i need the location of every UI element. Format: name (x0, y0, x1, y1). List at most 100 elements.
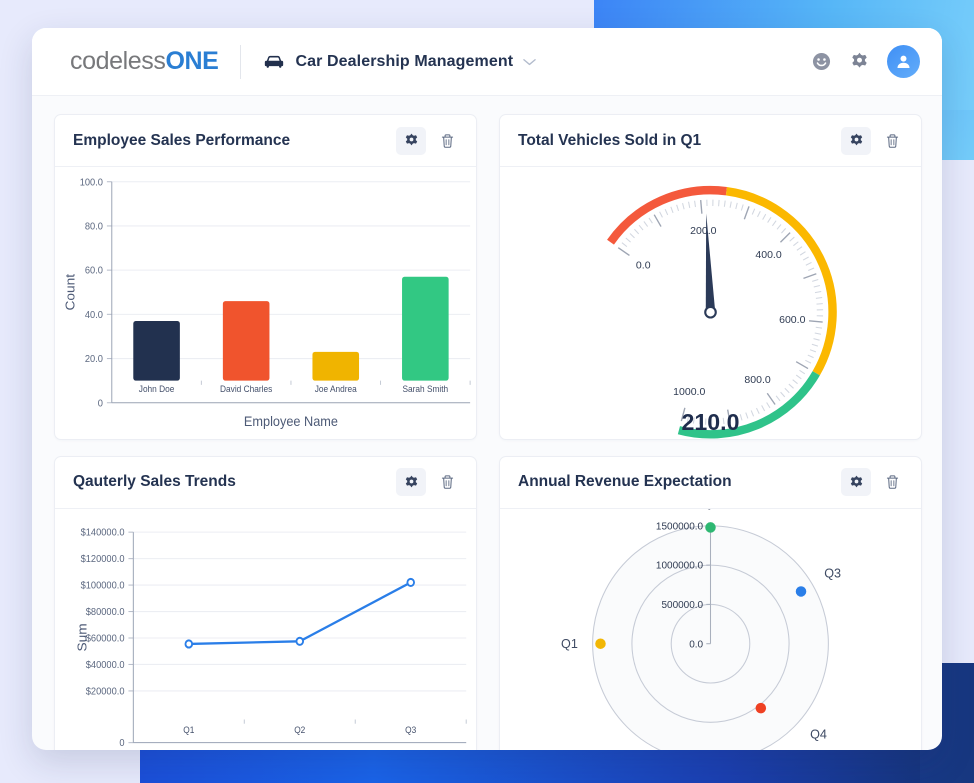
card-settings-button[interactable] (396, 126, 426, 155)
x-tick-label: Q3 (405, 724, 416, 734)
radial-tick-label: 0.0 (689, 639, 703, 650)
card-actions (396, 468, 462, 497)
card-actions (841, 468, 907, 497)
gauge-tick-label: 200.0 (690, 225, 716, 237)
gauge-chart-svg: 0.0 200.0 400.0 600.0 800.0 1000.0 210.0 (607, 185, 837, 439)
polar-angle-label: Q4 (810, 727, 827, 741)
y-tick-label: $80000.0 (86, 606, 125, 617)
y-tick-label: 20.0 (85, 354, 103, 365)
y-tick-label: 80.0 (85, 221, 103, 232)
x-tick-label: Sarah Smith (402, 384, 448, 394)
card-total-vehicles-sold: Total Vehicles Sold in Q1 0.0 200.0 400.… (499, 114, 922, 440)
gauge-value-label: 210.0 (682, 409, 740, 435)
card-delete-button[interactable] (432, 468, 462, 496)
polar-data-point (795, 585, 807, 597)
polar-angle-label: Q3 (824, 566, 841, 580)
polar-angle-label: Q2 (702, 509, 719, 510)
card-title: Annual Revenue Expectation (518, 473, 732, 491)
card-actions (841, 126, 907, 155)
gauge-tick-label: 1000.0 (673, 386, 705, 398)
card-header: Annual Revenue Expectation (500, 457, 921, 509)
y-tick-label: 60.0 (85, 265, 103, 276)
line-chart: 0 $20000.0 $40000.0 $60000.0 $80000.0 $100000… (55, 509, 476, 750)
app-selector[interactable]: Car Dealership Management (263, 53, 536, 71)
data-point (295, 636, 305, 646)
header-icon-group (811, 45, 920, 78)
gauge-tick-label: 0.0 (636, 260, 651, 272)
card-title: Qauterly Sales Trends (73, 473, 236, 491)
bar (312, 351, 360, 381)
y-tick-label: 100.0 (80, 177, 103, 188)
gear-icon[interactable] (849, 52, 869, 72)
bar (222, 301, 270, 381)
x-axis-label: Employee Name (244, 413, 338, 429)
card-delete-button[interactable] (877, 468, 907, 496)
y-tick-label: $60000.0 (86, 633, 125, 644)
page-root: codelessONE Car Dealership Management Em… (0, 0, 974, 783)
polar-data-point (755, 702, 767, 713)
radial-tick-label: 1000000.0 (656, 560, 704, 571)
card-title: Total Vehicles Sold in Q1 (518, 131, 702, 149)
logo-text-accent: ONE (165, 47, 219, 75)
data-point (184, 638, 194, 649)
gauge-tick-label: 400.0 (755, 249, 781, 261)
card-delete-button[interactable] (877, 127, 907, 155)
bar-chart-svg: 0 20.0 40.0 60.0 80.0 100.0 John Doe David Char… (63, 177, 471, 429)
data-point (406, 577, 415, 587)
card-annual-revenue-expectation: Annual Revenue Expectation 0.0 500000.0 … (499, 455, 922, 750)
chevron-down-icon[interactable] (523, 58, 536, 66)
y-tick-label: $20000.0 (86, 686, 125, 697)
smiley-icon[interactable] (811, 52, 831, 72)
avatar[interactable] (887, 45, 920, 78)
dashboard-grid: Employee Sales Performance 0 20.0 40.0 6… (32, 96, 942, 750)
card-header: Qauterly Sales Trends (55, 457, 476, 509)
x-tick-label: Q1 (183, 724, 194, 734)
gauge-chart: 0.0 200.0 400.0 600.0 800.0 1000.0 210.0 (500, 167, 921, 439)
x-tick-label: John Doe (139, 384, 175, 394)
polar-data-point (595, 637, 606, 649)
x-tick-label: David Charles (220, 384, 272, 394)
app-window: codelessONE Car Dealership Management Em… (32, 28, 942, 750)
y-tick-label: $120000.0 (81, 553, 125, 564)
card-quarterly-sales-trends: Qauterly Sales Trends 0 $20000.0 $40000.… (54, 455, 477, 750)
car-icon (263, 54, 285, 69)
logo[interactable]: codelessONE (70, 47, 219, 76)
card-delete-button[interactable] (432, 127, 462, 155)
y-tick-label: $140000.0 (81, 527, 125, 538)
line-chart-svg: 0 $20000.0 $40000.0 $60000.0 $80000.0 $100000… (75, 527, 467, 749)
x-tick-label: Joe Andrea (315, 384, 357, 394)
y-tick-label: 40.0 (85, 310, 103, 321)
card-title: Employee Sales Performance (73, 131, 291, 149)
line-series (188, 580, 412, 645)
gauge-tick-label: 600.0 (779, 314, 805, 326)
polar-angle-label: Q1 (561, 636, 578, 650)
y-tick-label: $40000.0 (86, 659, 125, 670)
y-tick-label: 0 (119, 737, 124, 748)
x-tick-label: Q2 (294, 724, 305, 734)
app-name: Car Dealership Management (295, 52, 514, 70)
card-header: Employee Sales Performance (55, 115, 476, 167)
polar-data-point (705, 521, 716, 533)
header-divider (240, 44, 242, 79)
bar-chart: 0 20.0 40.0 60.0 80.0 100.0 John Doe David Char… (55, 167, 476, 439)
y-tick-label: 0 (98, 398, 103, 409)
bar (402, 276, 449, 381)
app-header: codelessONE Car Dealership Management (32, 28, 942, 96)
card-settings-button[interactable] (841, 468, 871, 497)
bar (133, 320, 180, 381)
y-axis-label: Sum (75, 623, 89, 651)
gauge-tick-label: 800.0 (744, 374, 770, 386)
polar-chart-svg: 0.0 500000.0 1000000.0 1500000.0 Q1 Q2 Q3 Q4 (561, 509, 841, 750)
card-settings-button[interactable] (841, 126, 871, 155)
card-header: Total Vehicles Sold in Q1 (500, 115, 921, 167)
card-employee-sales-performance: Employee Sales Performance 0 20.0 40.0 6… (54, 114, 477, 440)
card-actions (396, 126, 462, 155)
y-axis-label: Count (63, 274, 77, 311)
card-settings-button[interactable] (396, 468, 426, 497)
logo-text-primary: codeless (70, 47, 166, 75)
radial-tick-label: 1500000.0 (656, 521, 704, 532)
radial-tick-label: 500000.0 (661, 600, 703, 611)
gauge-hub (704, 305, 717, 319)
y-tick-label: $100000.0 (81, 580, 125, 591)
polar-chart: 0.0 500000.0 1000000.0 1500000.0 Q1 Q2 Q3 Q4 (500, 509, 921, 750)
